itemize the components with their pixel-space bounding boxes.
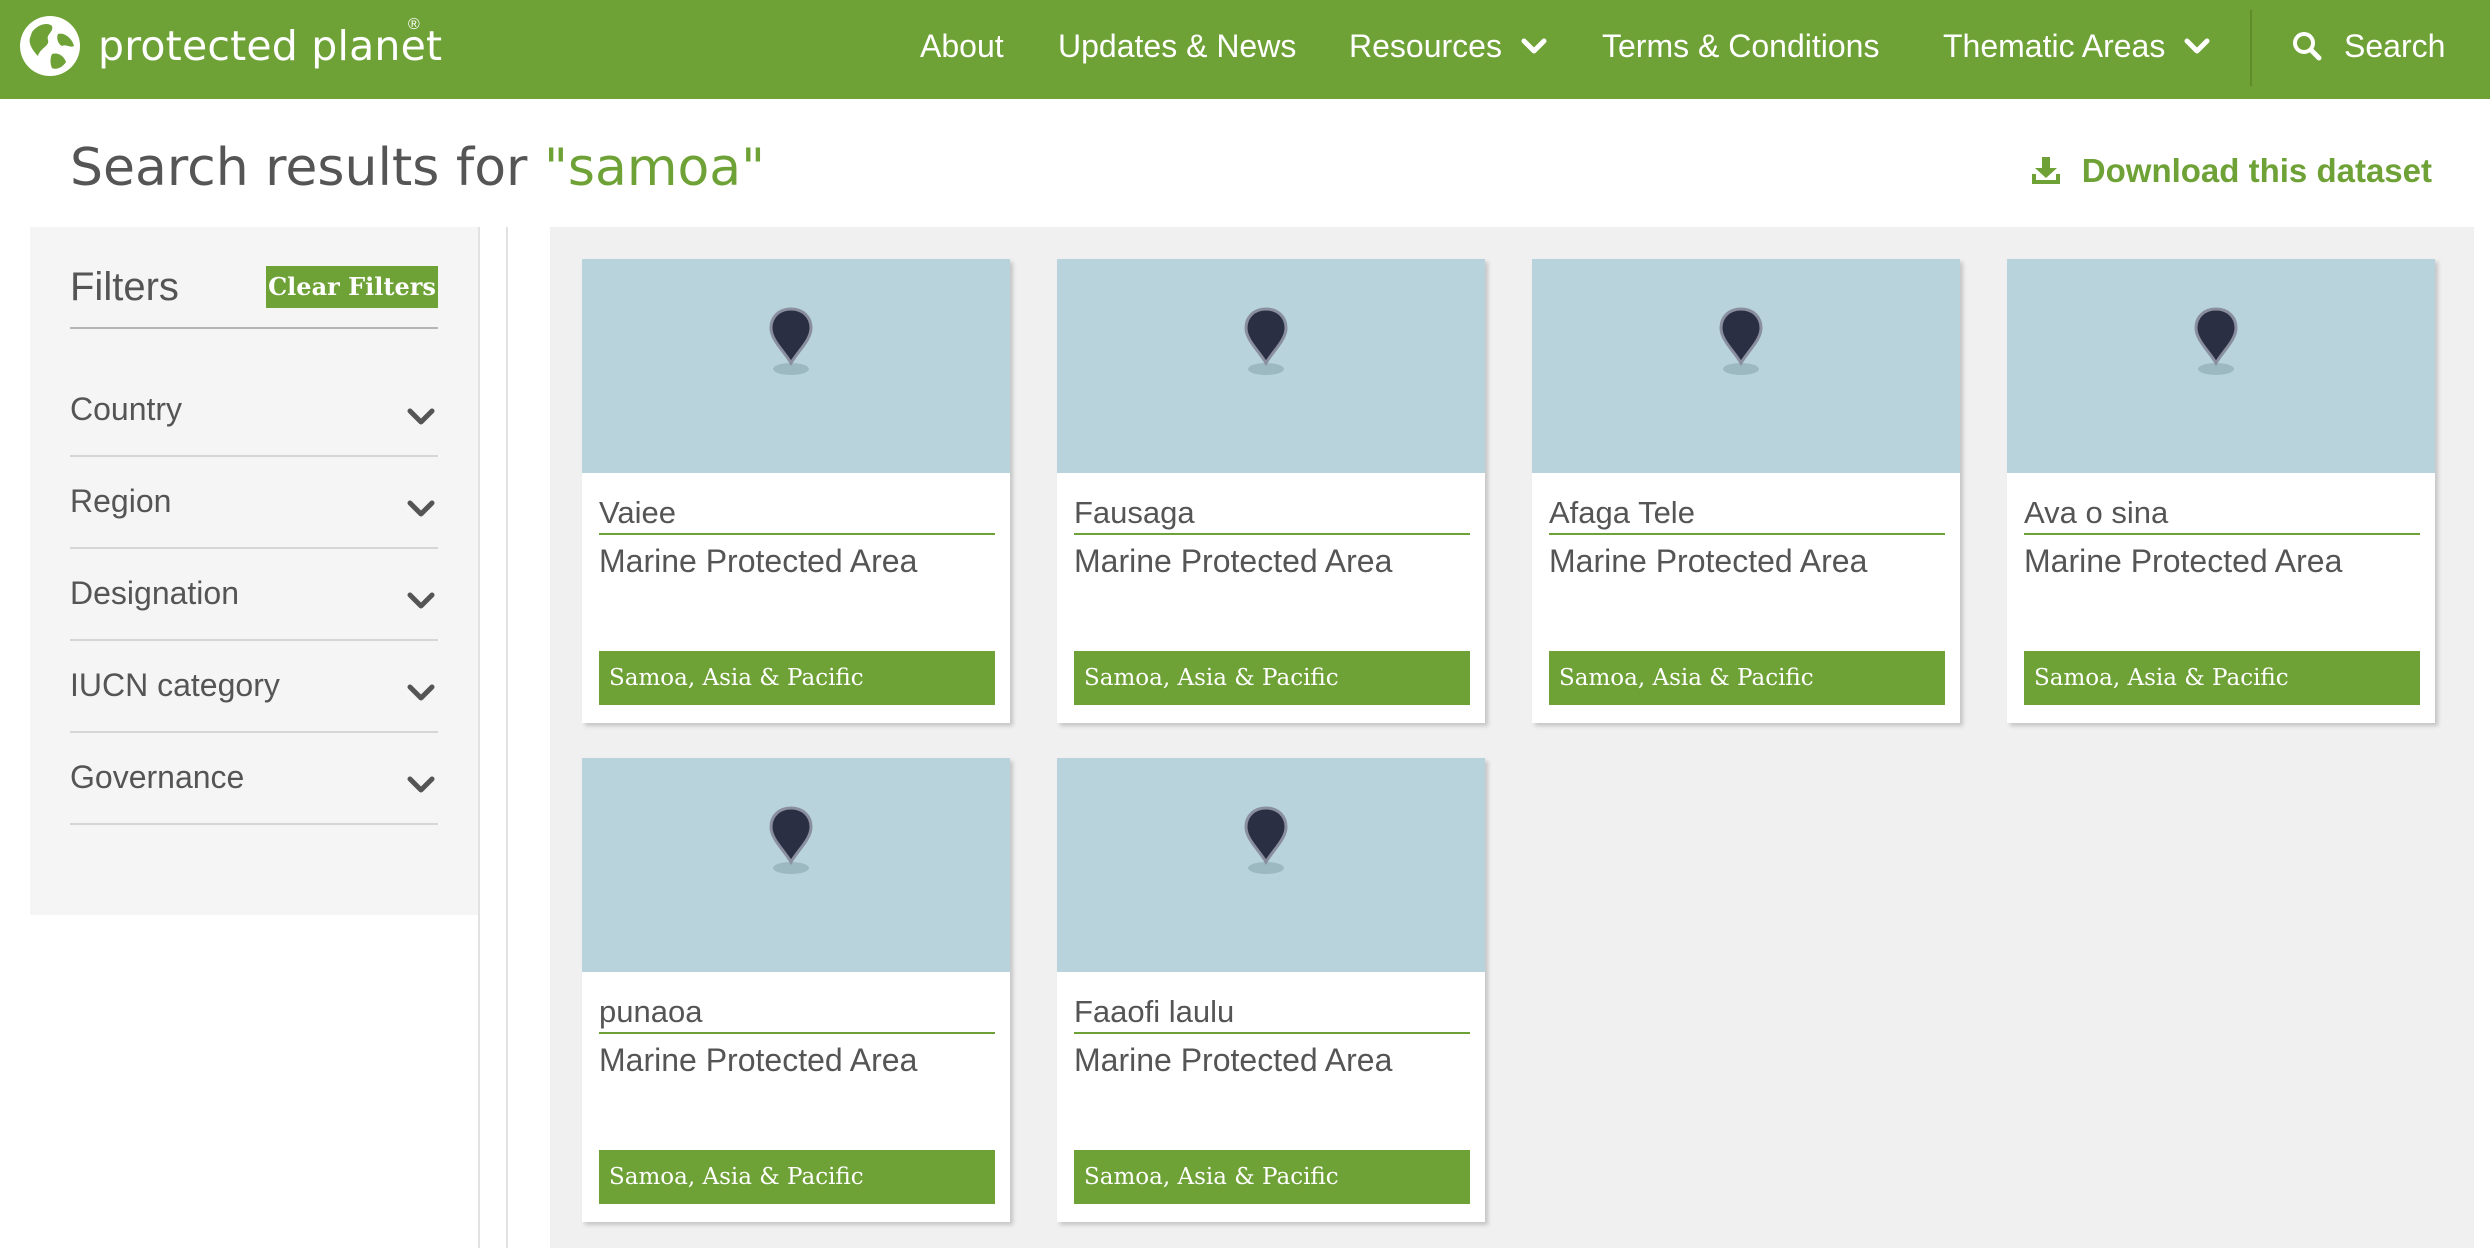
nav-resources[interactable]: Resources	[1349, 22, 1548, 70]
card-title: Fausaga	[1074, 495, 1470, 535]
card-title: Afaga Tele	[1549, 495, 1945, 535]
filter-iucn-category-label: IUCN category	[70, 667, 280, 703]
chevron-down-icon	[407, 500, 435, 517]
chevron-down-icon	[407, 592, 435, 609]
logo-text: protected planet	[98, 22, 443, 70]
download-icon	[2031, 157, 2060, 184]
nav-divider	[2250, 10, 2252, 86]
sidebar-rail	[478, 227, 508, 1248]
card-location-badge: Samoa, Asia & Pacific	[1074, 1150, 1470, 1204]
filters-title: Filters	[70, 265, 179, 309]
card-designation: Marine Protected Area	[1549, 543, 1868, 579]
filter-iucn-category[interactable]: IUCN category	[70, 641, 438, 733]
filter-governance-label: Governance	[70, 759, 245, 795]
result-card[interactable]: Fausaga Marine Protected Area Samoa, Asi…	[1057, 259, 1485, 723]
card-location-badge: Samoa, Asia & Pacific	[599, 1150, 995, 1204]
result-card[interactable]: Afaga Tele Marine Protected Area Samoa, …	[1532, 259, 1960, 723]
result-card[interactable]: Vaiee Marine Protected Area Samoa, Asia …	[582, 259, 1010, 723]
nav-search-label: Search	[2344, 28, 2446, 64]
map-pin-icon	[1719, 307, 1763, 375]
card-designation: Marine Protected Area	[599, 543, 918, 579]
card-map-thumbnail	[1532, 259, 1960, 473]
card-title: Ava o sina	[2024, 495, 2420, 535]
chevron-down-icon	[407, 776, 435, 793]
card-designation: Marine Protected Area	[599, 1042, 918, 1078]
filter-country-label: Country	[70, 391, 183, 427]
registered-mark: ®	[408, 16, 420, 33]
download-dataset-label: Download this dataset	[2081, 152, 2432, 189]
globe-icon	[20, 16, 80, 76]
card-map-thumbnail	[582, 758, 1010, 972]
filter-region-label: Region	[70, 483, 172, 519]
map-pin-icon	[2194, 307, 2238, 375]
results-panel: Vaiee Marine Protected Area Samoa, Asia …	[550, 227, 2474, 1248]
filters-divider	[70, 327, 438, 329]
card-map-thumbnail	[1057, 259, 1485, 473]
card-location-badge: Samoa, Asia & Pacific	[2024, 651, 2420, 705]
nav-about[interactable]: About	[920, 22, 1004, 70]
page-title: Search results for "samoa"	[70, 138, 765, 198]
site-logo[interactable]: protected planet ®	[18, 14, 442, 78]
card-designation: Marine Protected Area	[1074, 543, 1393, 579]
nav-terms-conditions-label: Terms & Conditions	[1602, 28, 1880, 64]
chevron-down-icon	[1521, 38, 1547, 54]
nav-search-button[interactable]: Search	[2292, 22, 2445, 70]
map-pin-icon	[769, 806, 813, 874]
result-card[interactable]: Faaofi laulu Marine Protected Area Samoa…	[1057, 758, 1485, 1222]
filter-designation[interactable]: Designation	[70, 549, 438, 641]
nav-thematic-areas-label: Thematic Areas	[1943, 28, 2166, 64]
card-location-badge: Samoa, Asia & Pacific	[1074, 651, 1470, 705]
filter-country[interactable]: Country	[70, 365, 438, 457]
search-icon	[2293, 32, 2322, 61]
card-title: punaoa	[599, 994, 995, 1034]
download-dataset-button[interactable]: Download this dataset	[2030, 152, 2432, 190]
nav-thematic-areas[interactable]: Thematic Areas	[1943, 22, 2211, 70]
search-query: "samoa"	[543, 138, 766, 198]
filter-governance[interactable]: Governance	[70, 733, 438, 825]
card-map-thumbnail	[2007, 259, 2435, 473]
card-title: Vaiee	[599, 495, 995, 535]
filter-region[interactable]: Region	[70, 457, 438, 549]
card-map-thumbnail	[1057, 758, 1485, 972]
nav-terms-conditions[interactable]: Terms & Conditions	[1602, 22, 1879, 70]
top-navbar: protected planet ® About Updates & News …	[0, 0, 2490, 99]
map-pin-icon	[1244, 307, 1288, 375]
nav-updates-news-label: Updates & News	[1058, 28, 1297, 64]
card-designation: Marine Protected Area	[1074, 1042, 1393, 1078]
card-title: Faaofi laulu	[1074, 994, 1470, 1034]
card-map-thumbnail	[582, 259, 1010, 473]
card-location-badge: Samoa, Asia & Pacific	[599, 651, 995, 705]
map-pin-icon	[769, 307, 813, 375]
card-location-badge: Samoa, Asia & Pacific	[1549, 651, 1945, 705]
page-title-prefix: Search results for	[70, 138, 544, 198]
filter-designation-label: Designation	[70, 575, 239, 611]
result-card[interactable]: Ava o sina Marine Protected Area Samoa, …	[2007, 259, 2435, 723]
nav-updates-news[interactable]: Updates & News	[1058, 22, 1296, 70]
chevron-down-icon	[407, 684, 435, 701]
chevron-down-icon	[407, 408, 435, 425]
card-designation: Marine Protected Area	[2024, 543, 2343, 579]
chevron-down-icon	[2184, 38, 2210, 54]
filters-sidebar: Filters Clear Filters Country Region Des…	[30, 227, 478, 915]
nav-resources-label: Resources	[1349, 28, 1502, 64]
result-card[interactable]: punaoa Marine Protected Area Samoa, Asia…	[582, 758, 1010, 1222]
map-pin-icon	[1244, 806, 1288, 874]
clear-filters-button[interactable]: Clear Filters	[266, 266, 438, 308]
nav-about-label: About	[920, 28, 1004, 64]
